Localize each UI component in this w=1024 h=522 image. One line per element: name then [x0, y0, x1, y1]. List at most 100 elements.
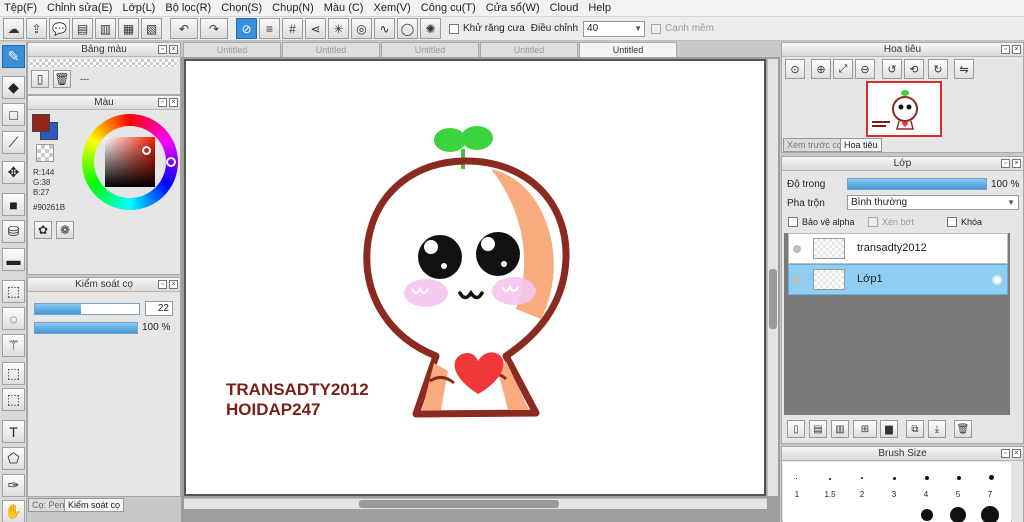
delete-layer-icon[interactable]: 🗑 — [954, 420, 972, 438]
menu-help[interactable]: Help — [584, 2, 617, 14]
float-icon[interactable]: ▫ — [158, 45, 167, 54]
crosshatch-icon[interactable]: # — [282, 18, 303, 39]
flip-icon[interactable]: ⇋ — [954, 59, 974, 79]
menu-tools[interactable]: Công cụ(T) — [417, 2, 482, 14]
document-tab-active[interactable]: Untitled — [579, 42, 677, 57]
menu-file[interactable]: Tệp(F) — [0, 2, 43, 14]
bucket-tool-icon[interactable]: ⛁ — [2, 220, 25, 243]
rect-select-icon[interactable]: ⬚ — [2, 280, 25, 303]
clipping-toggle[interactable]: Xén bớt — [868, 217, 914, 227]
lock-checkbox[interactable] — [947, 217, 957, 227]
brush-dot[interactable] — [796, 478, 797, 479]
sv-marker[interactable] — [142, 146, 151, 155]
drawing-canvas[interactable]: TRANSADTY2012 HOIDAP247 — [184, 59, 766, 496]
brush-tool-icon[interactable]: ✎ — [2, 45, 25, 68]
close-icon[interactable]: × — [1012, 159, 1021, 168]
operation-tool-icon[interactable]: ⬠ — [2, 447, 25, 470]
cloud-icon[interactable]: ☁ — [3, 18, 24, 39]
transparent-color-swatch[interactable] — [36, 144, 54, 162]
protect-alpha-checkbox[interactable] — [788, 217, 798, 227]
menu-layer[interactable]: Lớp(L) — [118, 2, 161, 14]
menu-capture[interactable]: Chụp(N) — [268, 2, 320, 14]
select-pen-icon[interactable]: ⬚ — [2, 362, 25, 385]
export-icon[interactable]: ⇪ — [26, 18, 47, 39]
visibility-icon[interactable] — [793, 245, 801, 253]
concentric-icon[interactable]: ◎ — [351, 18, 372, 39]
brush-dot[interactable] — [861, 477, 863, 479]
menu-cloud[interactable]: Cloud — [546, 2, 585, 14]
antialias-checkbox[interactable] — [449, 23, 459, 34]
template-icon[interactable]: ▦ — [118, 18, 139, 39]
tab-brush-control[interactable]: Kiểm soát cọ — [64, 498, 125, 512]
clipping-checkbox[interactable] — [868, 217, 878, 227]
new-layer-1bit-icon[interactable]: ▥ — [831, 420, 849, 438]
brush-dot[interactable] — [957, 476, 961, 480]
document-tab[interactable]: Untitled — [381, 42, 479, 57]
brush-dot[interactable] — [925, 476, 929, 480]
circle-icon[interactable]: ◯ — [397, 18, 418, 39]
fill-rect-tool-icon[interactable]: ■ — [2, 193, 25, 216]
brush-opacity-slider[interactable] — [34, 322, 138, 334]
brush-dot[interactable] — [989, 475, 994, 480]
tab-brush-preview[interactable]: Xem trước cọ — [783, 138, 846, 152]
close-icon[interactable]: × — [1012, 45, 1021, 54]
brush-size-scrollbar[interactable] — [1012, 462, 1023, 522]
float-icon[interactable]: ▫ — [158, 98, 167, 107]
grid-icon[interactable]: ▧ — [141, 18, 162, 39]
brush-dot[interactable] — [829, 478, 831, 480]
brush-dot[interactable] — [981, 506, 999, 522]
move-tool-icon[interactable]: ✥ — [2, 161, 25, 184]
hue-wheel[interactable] — [82, 114, 178, 210]
antialias-toggle[interactable]: Khử răng cưa — [449, 23, 525, 34]
line-tool-icon[interactable]: ⟋ — [2, 131, 25, 154]
new-layer-icon[interactable]: ▯ — [787, 420, 805, 438]
trash-icon[interactable]: 🗑 — [53, 70, 71, 88]
vertical-scrollbar[interactable] — [767, 59, 778, 496]
curve-icon[interactable]: ∿ — [374, 18, 395, 39]
merge-down-icon[interactable]: ⤓ — [928, 420, 946, 438]
hue-marker[interactable] — [166, 157, 176, 167]
palette-icon[interactable]: ✿ — [34, 221, 52, 239]
menu-select[interactable]: Chọn(S) — [217, 2, 268, 14]
correction-select[interactable]: 40 ▼ — [583, 20, 646, 37]
layer-scrollbar[interactable] — [1011, 233, 1022, 415]
horizontal-scrollbar[interactable] — [184, 498, 767, 509]
new-layer-menu-icon[interactable]: ⊞ — [853, 420, 877, 438]
float-icon[interactable]: ▫ — [1001, 159, 1010, 168]
brush-size-input[interactable]: 22 — [145, 301, 173, 316]
menu-color[interactable]: Màu (C) — [320, 2, 370, 14]
snap-off-icon[interactable]: ⊘ — [236, 18, 257, 39]
speech-bubble-icon[interactable]: 💬 — [49, 18, 70, 39]
saturation-value-square[interactable] — [105, 137, 155, 187]
select-eraser-icon[interactable]: ⬚ — [2, 388, 25, 411]
blend-mode-select[interactable]: Bình thường ▼ — [847, 195, 1019, 210]
rotate-right-icon[interactable]: ↻ — [928, 59, 948, 79]
gear-snap-icon[interactable]: ✺ — [420, 18, 441, 39]
brush-dot[interactable] — [921, 509, 933, 521]
tab-brush-pen[interactable]: Cọ: Pen — [28, 498, 69, 512]
close-icon[interactable]: × — [169, 280, 178, 289]
tab-navigator[interactable]: Hoa tiêu — [840, 138, 882, 152]
brush-dot[interactable] — [893, 477, 896, 480]
hand-tool-icon[interactable]: ✋ — [2, 500, 25, 522]
float-icon[interactable]: ▫ — [1001, 449, 1010, 458]
float-icon[interactable]: ▫ — [1001, 45, 1010, 54]
soft-edge-checkbox[interactable] — [651, 23, 662, 34]
text-tool-icon[interactable]: T — [2, 420, 25, 443]
vertical-scroll-thumb[interactable] — [769, 269, 777, 329]
close-icon[interactable]: × — [169, 98, 178, 107]
document-tab[interactable]: Untitled — [282, 42, 380, 57]
navigator-preview[interactable] — [866, 81, 942, 137]
vanishing-point-icon[interactable]: ⋖ — [305, 18, 326, 39]
menu-edit[interactable]: Chỉnh sửa(E) — [43, 2, 118, 14]
rotate-left-icon[interactable]: ↺ — [882, 59, 902, 79]
horizontal-scroll-thumb[interactable] — [359, 500, 559, 508]
soft-edge-toggle[interactable]: Cạnh mềm — [651, 23, 714, 34]
layer-settings-gear-icon[interactable]: ✺ — [991, 272, 1003, 289]
menu-filter[interactable]: Bộ lọc(R) — [161, 2, 217, 14]
new-folder-icon[interactable]: ▆ — [880, 420, 898, 438]
layer-row-selected[interactable]: Lớp1 ✺ — [788, 264, 1008, 295]
zoom-in-icon[interactable]: ⊕ — [811, 59, 831, 79]
gradient-tool-icon[interactable]: ▬ — [2, 248, 25, 271]
text-box-icon[interactable]: ▤ — [72, 18, 93, 39]
